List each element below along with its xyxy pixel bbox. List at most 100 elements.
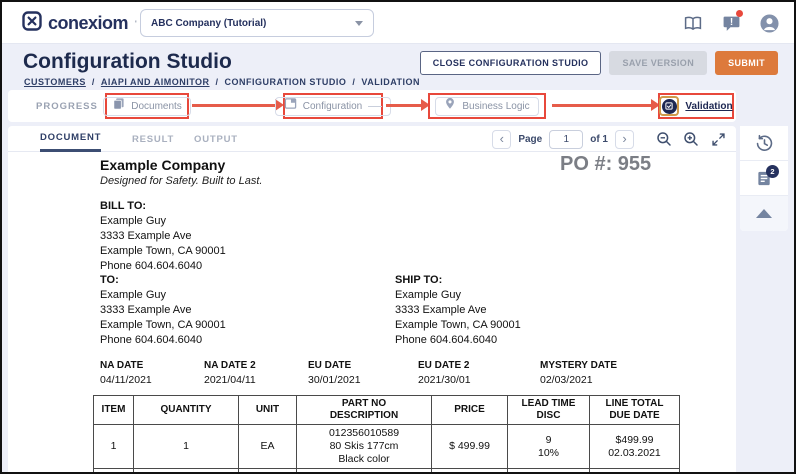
date-field-mystery-date: MYSTERY DATE 02/03/2021	[540, 359, 680, 387]
company-selector-value: ABC Company (Tutorial)	[151, 18, 355, 29]
page-header: Configuration Studio CUSTOMERS / AIAPI A…	[2, 44, 794, 90]
breadcrumb: CUSTOMERS / AIAPI AND AIMONITOR / CONFIG…	[24, 77, 420, 87]
annotation-arrow	[552, 104, 652, 107]
zoom-in-icon[interactable]	[681, 129, 701, 149]
cell-unit: EA	[239, 425, 297, 469]
pager-controls: ‹ Page of 1 ›	[492, 126, 728, 152]
cell-line-total-due-date: $499.99 02.03.2021	[590, 425, 680, 469]
notes-count-badge: 2	[766, 165, 779, 178]
table-header-row: ITEM QUANTITY UNIT PART NODESCRIPTION PR…	[94, 396, 680, 425]
tabs-row: DOCUMENT RESULT OUTPUT ‹ Page of 1 ›	[8, 126, 736, 152]
ship-to-line: Example Guy	[395, 288, 521, 303]
breadcrumb-separator: /	[92, 77, 95, 87]
tab-document[interactable]: DOCUMENT	[40, 126, 101, 152]
svg-text:!: !	[729, 17, 732, 28]
progress-stepper: PROGRESS Documents	[8, 90, 736, 122]
copy-pages-icon	[112, 97, 125, 115]
date-field-na-date-2: NA DATE 2 2021/04/11	[204, 359, 308, 387]
col-part-no-description: PART NODESCRIPTION	[297, 396, 432, 425]
bill-to-line: Phone 604.604.6040	[100, 259, 226, 274]
doc-tagline: Designed for Safety. Built to Last.	[100, 175, 262, 187]
ship-to-line: Phone 604.604.6040	[395, 333, 521, 348]
page-label: Page	[518, 134, 542, 145]
collapse-panel-icon[interactable]	[740, 196, 788, 231]
col-lead-time-disc: LEAD TIMEDISC	[508, 396, 590, 425]
step-documents-label: Documents	[131, 101, 182, 112]
step-business-logic-label: Business Logic	[462, 101, 529, 112]
page-count-label: of 1	[590, 134, 608, 145]
previous-page-button[interactable]: ‹	[492, 130, 511, 149]
right-toolbar: 2	[740, 126, 788, 231]
col-line-total-due-date: LINE TOTALDUE DATE	[590, 396, 680, 425]
date-field-na-date: NA DATE 04/11/2021	[100, 359, 204, 387]
step-documents-annotation-box: Documents	[105, 93, 189, 119]
brand-trademark: ʹ	[135, 19, 137, 29]
breadcrumb-separator: /	[352, 77, 355, 87]
to-block: TO: Example Guy 3333 Example Ave Example…	[100, 273, 226, 348]
page-title: Configuration Studio	[23, 50, 232, 74]
step-business-logic[interactable]: Business Logic	[435, 97, 538, 116]
table-row-partial	[94, 469, 680, 473]
step-configuration[interactable]: Configuration	[275, 97, 391, 116]
breadcrumb-customers[interactable]: CUSTOMERS	[24, 77, 86, 87]
annotation-arrow	[192, 104, 276, 107]
breadcrumb-configuration-studio: CONFIGURATION STUDIO	[225, 77, 347, 87]
alerts-icon[interactable]: !	[720, 12, 742, 34]
dates-row: NA DATE 04/11/2021 NA DATE 2 2021/04/11 …	[100, 359, 680, 387]
history-icon[interactable]	[740, 126, 788, 161]
close-configuration-studio-button[interactable]: CLOSE CONFIGURATION STUDIO	[420, 51, 602, 75]
bill-to-line: Example Town, CA 90001	[100, 244, 226, 259]
bill-to-label: BILL TO:	[100, 199, 226, 214]
ship-to-line: Example Town, CA 90001	[395, 318, 521, 333]
step-business-logic-annotation-box: Business Logic	[428, 93, 546, 119]
zoom-out-icon[interactable]	[654, 129, 674, 149]
breadcrumb-aiapi-and-aimonitor[interactable]: AIAPI AND AIMONITOR	[101, 77, 210, 87]
step-validation-annotation-box: Validation	[658, 93, 734, 119]
step-documents[interactable]: Documents	[103, 97, 191, 116]
tab-output[interactable]: OUTPUT	[194, 126, 238, 152]
submit-button[interactable]: SUBMIT	[715, 51, 778, 75]
notes-icon[interactable]: 2	[740, 161, 788, 196]
bill-to-line: 3333 Example Ave	[100, 229, 226, 244]
documentation-icon[interactable]	[682, 12, 704, 34]
doc-po-number: PO #: 955	[560, 153, 651, 176]
step-configuration-annotation-box: Configuration	[283, 93, 383, 119]
breadcrumb-validation: VALIDATION	[361, 77, 420, 87]
step-configuration-label: Configuration	[303, 101, 362, 112]
to-line: Phone 604.604.6040	[100, 333, 226, 348]
header-button-group: CLOSE CONFIGURATION STUDIO SAVE VERSION …	[420, 51, 778, 75]
cell-part-no-description: 012356010589 80 Skis 177cm Black color	[297, 425, 432, 469]
checkbox-circle-icon	[662, 99, 677, 114]
cell-quantity: 1	[134, 425, 239, 469]
fullscreen-icon[interactable]	[708, 129, 728, 149]
account-icon[interactable]	[758, 12, 780, 34]
topbar-icon-group: !	[682, 12, 780, 34]
cell-price: $ 499.99	[432, 425, 508, 469]
conexiom-logo: conexiom ʹ	[22, 11, 137, 36]
conexiom-logo-icon	[22, 11, 42, 36]
cell-lead-time-disc: 9 10%	[508, 425, 590, 469]
breadcrumb-separator: /	[216, 77, 219, 87]
company-selector[interactable]: ABC Company (Tutorial)	[140, 9, 374, 37]
notification-dot	[736, 10, 743, 17]
to-label: TO:	[100, 273, 226, 288]
save-version-button[interactable]: SAVE VERSION	[609, 51, 707, 75]
step-validation[interactable]: Validation	[651, 97, 740, 116]
progress-label: PROGRESS	[36, 101, 98, 112]
stepper-connector	[368, 106, 382, 107]
ship-to-line: 3333 Example Ave	[395, 303, 521, 318]
page-number-input[interactable]	[549, 130, 583, 149]
next-page-button[interactable]: ›	[615, 130, 634, 149]
cell-item: 1	[94, 425, 134, 469]
col-unit: UNIT	[239, 396, 297, 425]
bill-to-block: BILL TO: Example Guy 3333 Example Ave Ex…	[100, 199, 226, 274]
to-line: Example Guy	[100, 288, 226, 303]
annotation-arrow	[386, 104, 422, 107]
col-quantity: QUANTITY	[134, 396, 239, 425]
validation-step-highlight	[659, 96, 679, 116]
col-price: PRICE	[432, 396, 508, 425]
line-items-table: ITEM QUANTITY UNIT PART NODESCRIPTION PR…	[93, 395, 680, 472]
to-line: Example Town, CA 90001	[100, 318, 226, 333]
tab-result[interactable]: RESULT	[132, 126, 174, 152]
app-window: conexiom ʹ ABC Company (Tutorial) !	[0, 0, 796, 474]
